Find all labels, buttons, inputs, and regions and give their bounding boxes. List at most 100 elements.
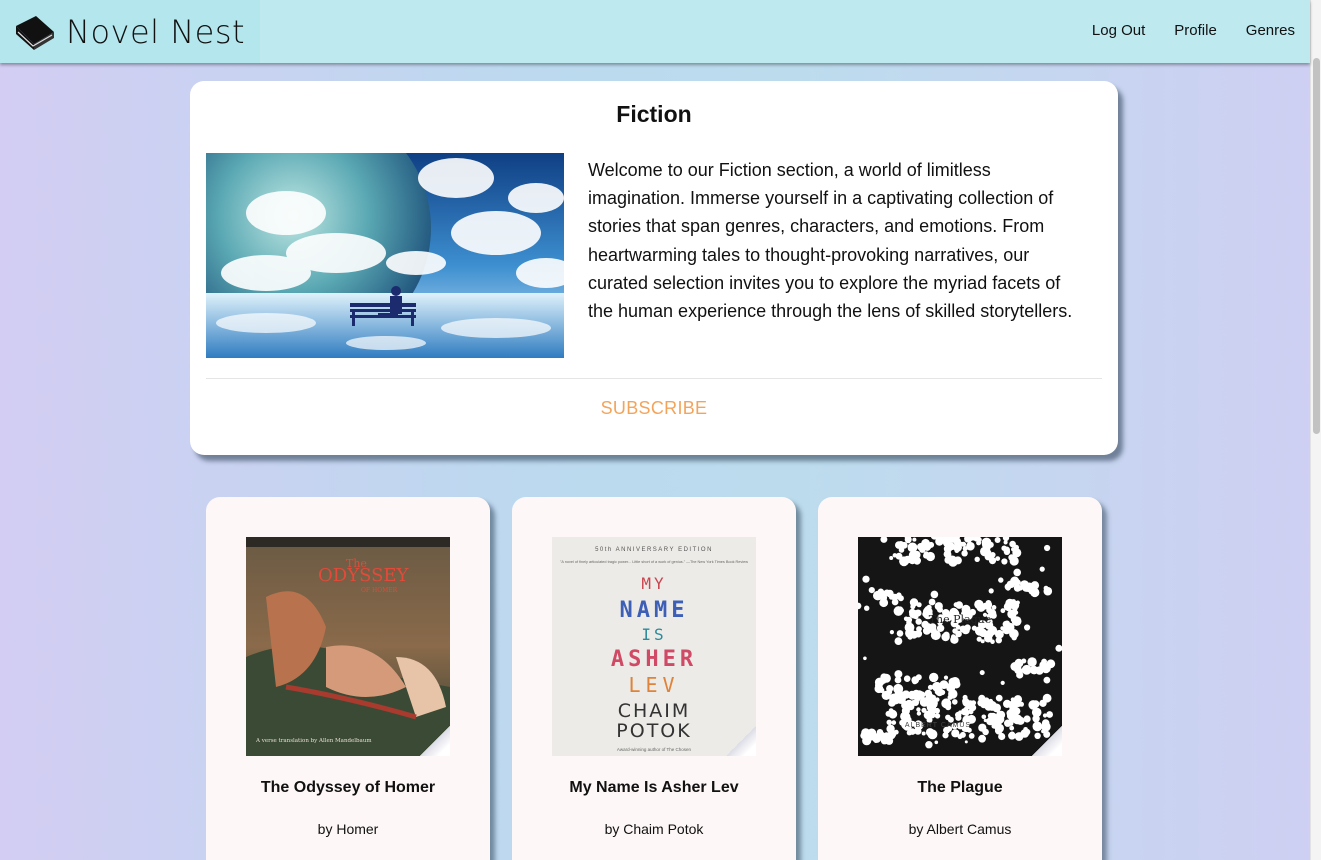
cover-dot <box>948 690 953 696</box>
cover-dot <box>1013 568 1021 577</box>
cover-dot <box>987 554 993 560</box>
cover-dot <box>995 694 1003 702</box>
cover-dot <box>891 720 897 725</box>
page-curl <box>726 726 756 756</box>
cover-dot <box>934 713 941 719</box>
cover-dot <box>943 631 950 639</box>
book-cover[interactable]: The Plague ALBERT CAMUS <box>858 537 1062 756</box>
cover-dot <box>862 575 870 583</box>
cover-dot <box>994 537 1001 543</box>
cover-dot <box>1023 715 1031 723</box>
cover-dot <box>1024 624 1031 631</box>
cover-dot <box>916 626 922 632</box>
cover-dot <box>885 710 892 717</box>
cover-dot <box>1041 663 1051 674</box>
cover-dot <box>996 716 1004 724</box>
cover-dot <box>891 598 899 606</box>
cover-dot <box>1039 566 1045 572</box>
scrollbar-thumb[interactable] <box>1313 58 1320 434</box>
book-title[interactable]: The Plague <box>818 779 1102 797</box>
svg-text:MY: MY <box>641 574 666 593</box>
cover-dot <box>988 588 994 594</box>
book-title[interactable]: The Odyssey of Homer <box>206 779 490 797</box>
book-cover[interactable]: The ODYSSEY OF HOMER A verse translation… <box>246 537 450 756</box>
subscribe-button[interactable]: SUBSCRIBE <box>190 398 1118 419</box>
cover-dot <box>881 673 891 683</box>
cover-dot <box>957 734 963 740</box>
book-author: by Homer <box>317 821 379 837</box>
cover-dot <box>1014 732 1024 741</box>
cover-dot <box>953 602 959 608</box>
cover-dot <box>962 698 971 707</box>
book-author: by Chaim Potok <box>604 821 704 837</box>
cover-dot <box>995 629 1004 639</box>
cover-dot <box>978 694 986 702</box>
cover-dot <box>988 698 994 704</box>
cover-dot <box>1011 616 1022 626</box>
cover-dot <box>985 602 992 609</box>
svg-text:IS: IS <box>641 625 666 644</box>
vertical-scrollbar[interactable] <box>1310 0 1321 860</box>
svg-text:NAME: NAME <box>620 598 689 623</box>
cover-dot <box>1000 680 1005 685</box>
cover-dot <box>880 734 887 741</box>
cover-dot <box>1001 558 1008 565</box>
cover-dot <box>963 709 970 716</box>
svg-text:ODYSSEY: ODYSSEY <box>318 565 410 586</box>
cover-dot <box>978 734 986 743</box>
top-navbar: Novel Nest Log Out Profile Genres <box>0 0 1310 63</box>
brand-logo[interactable]: Novel Nest <box>0 0 260 63</box>
cover-dot <box>1003 602 1012 611</box>
cover-dot <box>1008 554 1015 561</box>
svg-text:50th ANNIVERSARY EDITION: 50th ANNIVERSARY EDITION <box>595 547 713 553</box>
cover-dot <box>905 538 911 544</box>
cover-dot <box>950 635 959 644</box>
book-icon <box>16 15 54 50</box>
cover-dot <box>911 676 919 684</box>
cover-dot <box>976 636 982 642</box>
book-cover[interactable]: 50th ANNIVERSARY EDITION "A novel of fin… <box>552 537 756 756</box>
book-card[interactable]: The ODYSSEY OF HOMER A verse translation… <box>206 497 490 860</box>
book-author: by Albert Camus <box>908 821 1012 837</box>
svg-text:A verse translation by Allen M: A verse translation by Allen Mandelbaum <box>255 738 372 744</box>
cover-dot <box>907 634 913 640</box>
cover-dot <box>961 550 968 557</box>
cover-dot <box>980 701 988 709</box>
cover-dot <box>909 555 914 561</box>
cover-dot <box>919 546 926 553</box>
cover-dot <box>867 728 877 738</box>
cover-dot <box>892 553 897 558</box>
cover-dot <box>894 637 903 645</box>
cover-dot <box>964 740 968 744</box>
book-title[interactable]: My Name Is Asher Lev <box>512 779 796 797</box>
book-card[interactable]: 50th ANNIVERSARY EDITION "A novel of fin… <box>512 497 796 860</box>
cover-dot <box>1003 548 1011 555</box>
earth-clouds-illustration <box>206 153 564 358</box>
page-curl <box>420 726 450 756</box>
cover-dot <box>970 700 977 706</box>
book-card[interactable]: The Plague ALBERT CAMUS The Plague by Al… <box>818 497 1102 860</box>
main-nav: Log Out Profile Genres <box>1063 22 1295 39</box>
cover-dot <box>915 618 922 625</box>
genre-card: Fiction Welcome to our Fiction section, … <box>190 81 1118 455</box>
nav-genres[interactable]: Genres <box>1246 22 1295 39</box>
cover-dot <box>945 704 952 711</box>
nav-profile[interactable]: Profile <box>1174 22 1217 39</box>
cover-dot <box>907 545 915 552</box>
cover-dot <box>886 685 894 693</box>
cover-dot <box>942 732 949 739</box>
cover-dot <box>898 607 904 614</box>
cover-dot <box>926 698 931 704</box>
cover-dot <box>1043 585 1049 591</box>
cover-dot <box>923 552 929 559</box>
cover-dot <box>921 731 926 736</box>
cover-dot <box>925 741 933 749</box>
asher-lev-cover-art: 50th ANNIVERSARY EDITION "A novel of fin… <box>552 537 756 756</box>
cover-dot <box>974 626 985 636</box>
cover-dot <box>1009 540 1016 548</box>
cover-dot <box>976 537 982 543</box>
cover-dot <box>1029 661 1034 666</box>
cover-dot <box>903 616 909 622</box>
nav-logout[interactable]: Log Out <box>1092 22 1145 39</box>
cover-dot <box>879 590 887 598</box>
